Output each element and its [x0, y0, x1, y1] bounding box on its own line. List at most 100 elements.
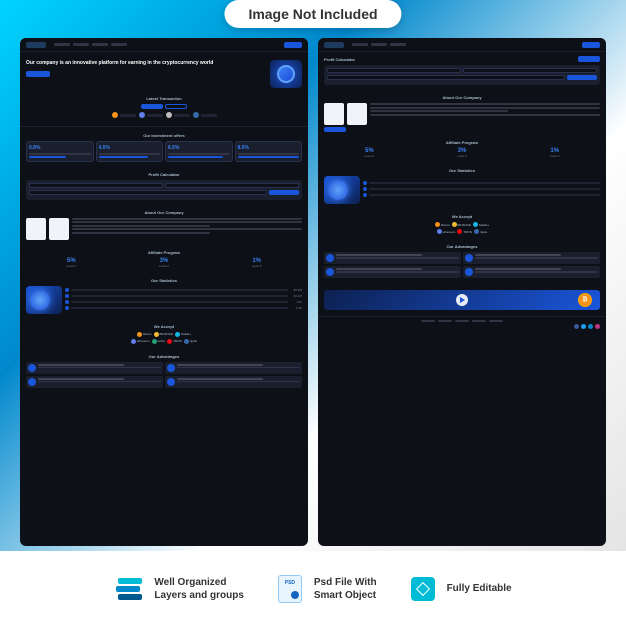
latest-transaction-section: Latest Transaction	[20, 92, 308, 124]
investment-cards: 0.8% 4.5% 6.5% 8.5%	[26, 141, 302, 162]
right-we-accept-section: We Accept bitcoin BINANCE Stellar+	[318, 210, 606, 240]
right-about-button[interactable]	[324, 127, 346, 132]
stat-dot	[363, 187, 367, 191]
accept-stellar: Stellar+	[175, 332, 191, 337]
coin-icon	[277, 65, 295, 83]
play-button[interactable]	[456, 294, 468, 306]
text-line	[370, 110, 508, 112]
inv-label	[238, 153, 300, 155]
footer-link-2[interactable]	[438, 320, 452, 322]
feature-editable-text: Fully Editable	[447, 582, 512, 595]
video-player[interactable]: ₿	[324, 290, 600, 310]
right-nav-login-button[interactable]	[582, 42, 600, 48]
right-profit-calc-section: Profit Calculator	[318, 52, 606, 91]
nav-link[interactable]	[352, 43, 368, 46]
footer-link-5[interactable]	[489, 320, 503, 322]
nav-link[interactable]	[73, 43, 89, 46]
nav-link[interactable]	[92, 43, 108, 46]
inv-bar	[29, 156, 66, 158]
right-calc-input-3[interactable]	[327, 75, 565, 80]
feature-psd-text: Psd File With Smart Object	[314, 576, 377, 602]
right-calc-button[interactable]	[578, 56, 600, 62]
play-triangle-icon	[460, 297, 465, 303]
instagram-icon[interactable]	[595, 324, 600, 329]
stat-dot	[65, 294, 69, 298]
nav-link[interactable]	[390, 43, 406, 46]
right-accept-ripple: ripple	[474, 229, 487, 234]
inv-pct-2: 4.5%	[99, 145, 161, 151]
stat-row-4: 2.3K	[65, 306, 302, 310]
adv-icon-2	[167, 364, 175, 372]
deposit-button[interactable]	[141, 104, 163, 109]
twitter-icon[interactable]	[581, 324, 586, 329]
statistics-title: Our Statistics	[26, 278, 302, 283]
right-adv-icon-3	[326, 268, 334, 276]
right-aff-level-3: 1% Level 3	[509, 148, 600, 158]
right-aff-label-2: Level 2	[417, 154, 508, 158]
stat-dot	[65, 306, 69, 310]
adv-item-1	[26, 362, 163, 374]
text-line	[72, 232, 210, 234]
accept-tether: tether	[152, 339, 166, 344]
feature-psd-title: Psd File With	[314, 576, 377, 589]
nav-login-button[interactable]	[284, 42, 302, 48]
calc-input-3[interactable]	[29, 190, 267, 195]
layers-icon-box	[114, 575, 146, 603]
eth-label: ethereum	[137, 339, 150, 343]
right-statistics-section: Our Statistics	[318, 164, 606, 210]
layer-rect-3	[118, 594, 142, 600]
hero-cta-button[interactable]	[26, 71, 50, 77]
adv-desc-line	[177, 381, 300, 383]
footer-social	[324, 324, 600, 329]
footer-link-3[interactable]	[455, 320, 469, 322]
right-calc-input-1[interactable]	[327, 68, 461, 73]
footer-link-1[interactable]	[421, 320, 435, 322]
stats-items: $5.2M $3.1M 12K	[65, 288, 302, 312]
nav-link[interactable]	[371, 43, 387, 46]
tx-text	[201, 114, 217, 117]
hero-title: Our company is an innovative platform fo…	[26, 60, 266, 67]
features-bar: Well Organized Layers and groups Psd Fil…	[0, 551, 626, 626]
adv-title-line	[177, 378, 263, 380]
page-footer	[318, 316, 606, 332]
right-stat-row-3	[363, 193, 600, 197]
right-nav-bar	[318, 38, 606, 52]
btc-overlay: ₿	[578, 293, 592, 307]
right-aff-level-2: 3% Level 2	[417, 148, 508, 158]
adv-desc-line	[38, 367, 161, 369]
stat-val: $5.2M	[290, 288, 302, 292]
we-accept-section: We Accept bitcoin BINANCE Stellar+	[20, 320, 308, 350]
telegram-icon[interactable]	[588, 324, 593, 329]
right-stellar-dot	[473, 222, 478, 227]
text-line	[72, 228, 302, 230]
right-bitcoin-label: bitcoin	[441, 223, 450, 227]
right-stats-items	[363, 181, 600, 199]
accept-ripple: ripple	[184, 339, 197, 344]
footer-link-4[interactable]	[472, 320, 486, 322]
calc-input-1[interactable]	[29, 183, 163, 188]
affiliate-section: Affiliate Program 5% Level 1 3% Level 2 …	[20, 246, 308, 274]
inv-card-2: 4.5%	[96, 141, 164, 162]
btc-dot	[112, 112, 118, 118]
withdraw-button[interactable]	[165, 104, 187, 109]
right-calc-result	[567, 75, 597, 80]
we-accept-title: We Accept	[26, 324, 302, 329]
nav-link[interactable]	[111, 43, 127, 46]
adv-title-line	[475, 254, 561, 256]
right-aff-level-1: 5% Level 1	[324, 148, 415, 158]
facebook-icon[interactable]	[574, 324, 579, 329]
nav-link[interactable]	[54, 43, 70, 46]
calc-input-2[interactable]	[165, 183, 299, 188]
inv-label	[99, 153, 161, 155]
right-stat-row-1	[363, 181, 600, 185]
feature-layers-text: Well Organized Layers and groups	[154, 576, 243, 602]
inv-bar	[99, 156, 148, 158]
right-affiliate-section: Affiliate Program 5% Level 1 3% Level 2 …	[318, 136, 606, 164]
right-calc-input-2[interactable]	[463, 68, 597, 73]
aff-label-1: Level 1	[26, 264, 117, 268]
right-adv-text-1	[336, 254, 459, 260]
right-adv-icon-1	[326, 254, 334, 262]
inv-pct-4: 8.5%	[238, 145, 300, 151]
transaction-buttons	[26, 104, 302, 109]
right-aff-label-3: Level 3	[509, 154, 600, 158]
